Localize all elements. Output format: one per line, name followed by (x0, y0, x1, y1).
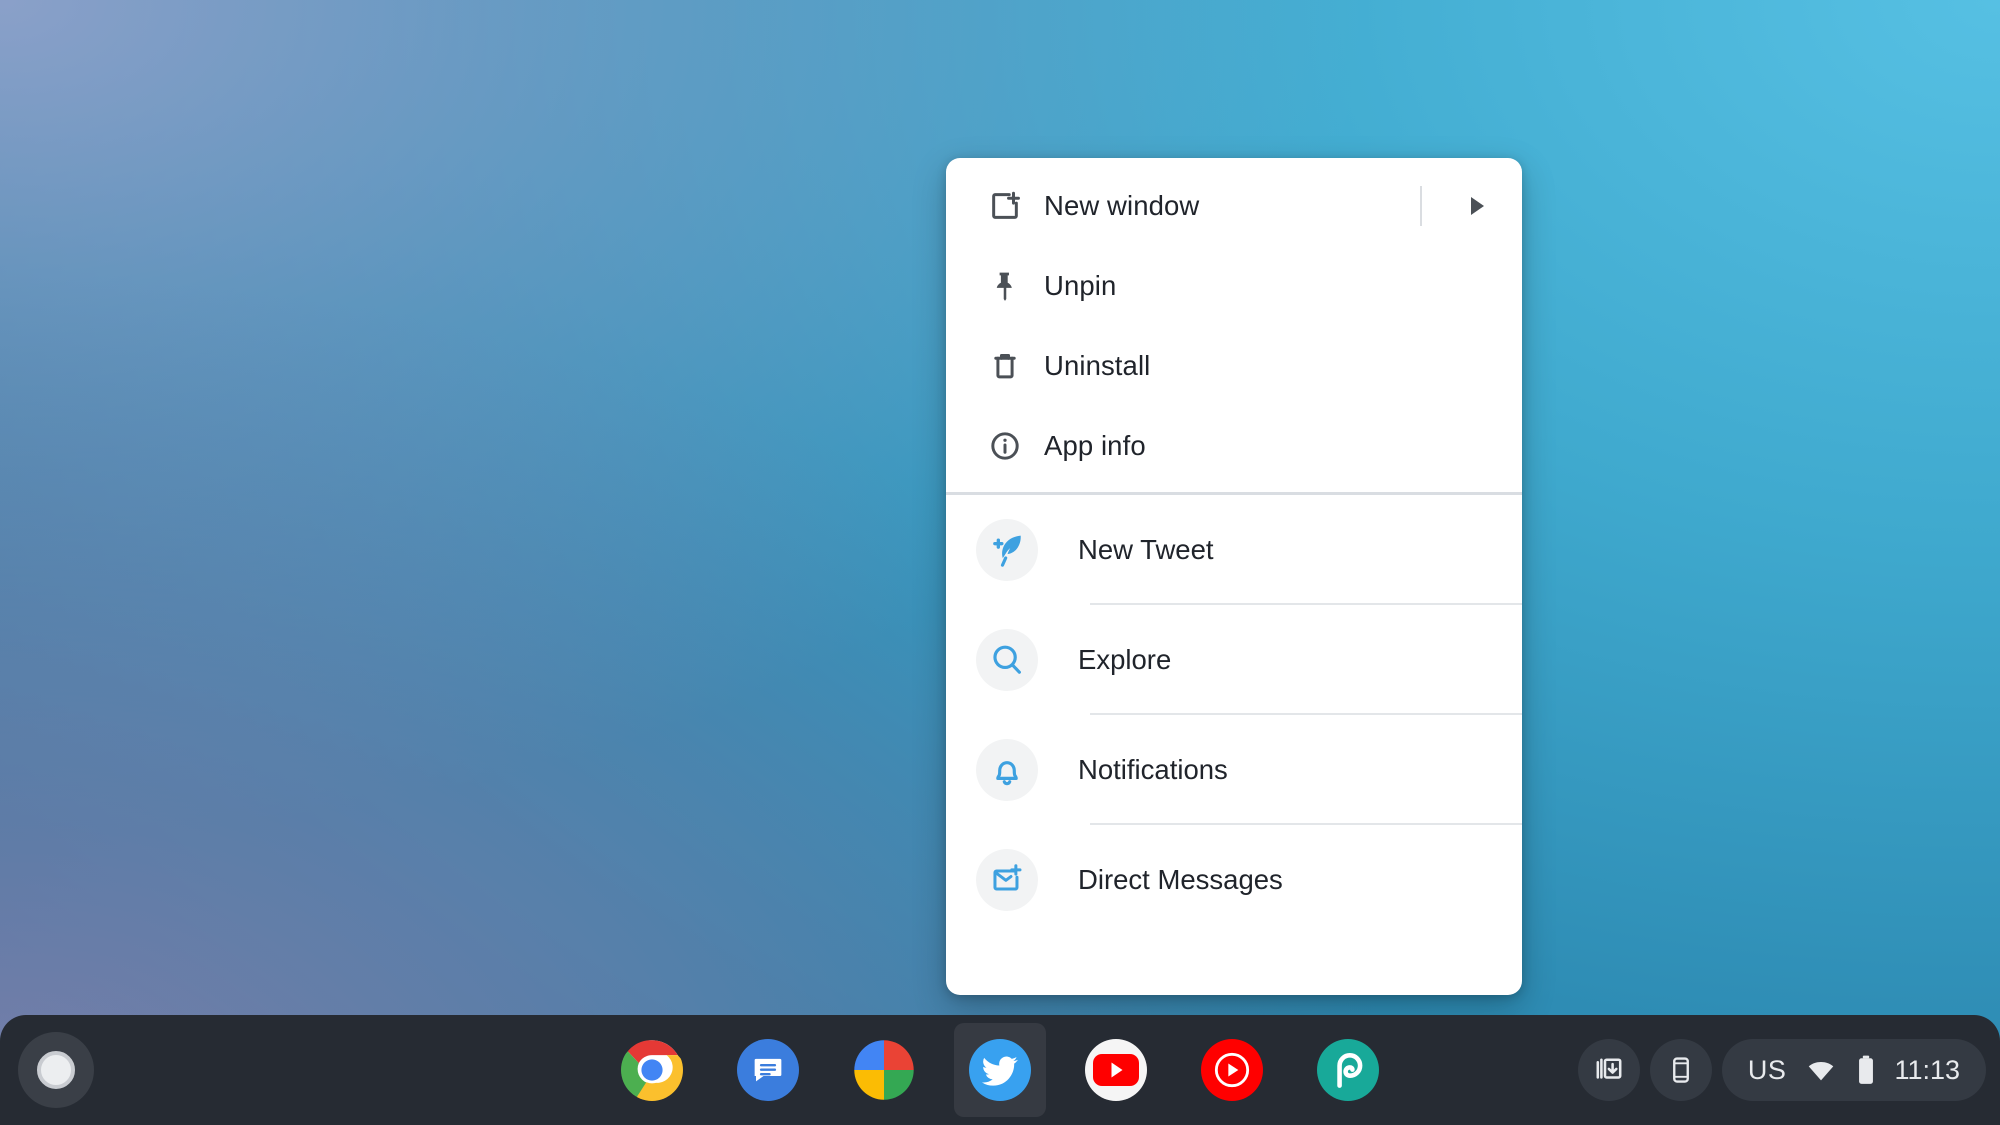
launcher-button[interactable] (18, 1032, 94, 1108)
status-area[interactable]: US 11:13 (1721, 1039, 1986, 1101)
shortcut-label: Explore (1078, 644, 1172, 675)
chrome-icon (621, 1039, 683, 1101)
trash-icon (982, 349, 1028, 383)
app-context-menu: New window Unpin Uninstall App info New … (946, 158, 1522, 995)
launcher-icon (37, 1051, 75, 1089)
phone-hub-icon[interactable] (1649, 1039, 1712, 1101)
search-icon (976, 629, 1038, 691)
shelf-item-chrome[interactable] (602, 1015, 702, 1125)
shortcut-notifications[interactable]: Notifications (946, 715, 1522, 825)
shelf-app-list (602, 1015, 1398, 1125)
youtube-music-icon (1201, 1039, 1263, 1101)
battery-icon[interactable] (1856, 1054, 1876, 1086)
shelf-item-photopea[interactable] (1298, 1015, 1398, 1125)
play-store-icon (853, 1039, 915, 1101)
menu-item-uninstall[interactable]: Uninstall (946, 326, 1522, 406)
submenu-divider (1420, 186, 1422, 226)
pin-icon (982, 269, 1028, 303)
photopea-icon (1317, 1039, 1379, 1101)
messages-icon (737, 1039, 799, 1101)
info-icon (982, 429, 1028, 463)
envelope-plus-icon (976, 849, 1038, 911)
clock[interactable]: 11:13 (1894, 1055, 1960, 1086)
ime-indicator[interactable]: US (1748, 1055, 1787, 1086)
shortcut-label: Direct Messages (1078, 864, 1283, 895)
menu-item-label: Unpin (1044, 270, 1117, 301)
youtube-icon (1085, 1039, 1147, 1101)
twitter-icon (969, 1039, 1031, 1101)
screen-capture-icon[interactable] (1577, 1039, 1640, 1101)
new-window-icon (982, 189, 1028, 223)
menu-item-label: New window (1044, 190, 1200, 221)
bell-icon (976, 739, 1038, 801)
shelf-item-messages[interactable] (718, 1015, 818, 1125)
wifi-icon[interactable] (1804, 1055, 1838, 1085)
shortcut-direct-messages[interactable]: Direct Messages (946, 825, 1522, 935)
shortcut-label: Notifications (1078, 754, 1228, 785)
menu-item-app-info[interactable]: App info (946, 406, 1522, 486)
shelf-item-youtube[interactable] (1066, 1015, 1166, 1125)
shortcut-new-tweet[interactable]: New Tweet (946, 495, 1522, 605)
shelf-item-play-store[interactable] (834, 1015, 934, 1125)
shortcut-label: New Tweet (1078, 534, 1214, 565)
shelf-item-youtube-music[interactable] (1182, 1015, 1282, 1125)
context-menu-shortcuts-section: New Tweet Explore Notifications Direct M… (946, 495, 1522, 935)
menu-item-new-window[interactable]: New window (946, 166, 1522, 246)
chevron-right-icon[interactable] (1471, 197, 1484, 215)
context-menu-system-section: New window Unpin Uninstall App info (946, 158, 1522, 486)
shortcut-explore[interactable]: Explore (946, 605, 1522, 715)
shelf: US 11:13 (0, 1015, 2000, 1125)
system-tray: US 11:13 (1577, 1039, 1986, 1101)
quill-plus-icon (976, 519, 1038, 581)
menu-item-label: App info (1044, 430, 1146, 461)
menu-item-label: Uninstall (1044, 350, 1151, 381)
shelf-item-twitter[interactable] (950, 1015, 1050, 1125)
menu-item-unpin[interactable]: Unpin (946, 246, 1522, 326)
